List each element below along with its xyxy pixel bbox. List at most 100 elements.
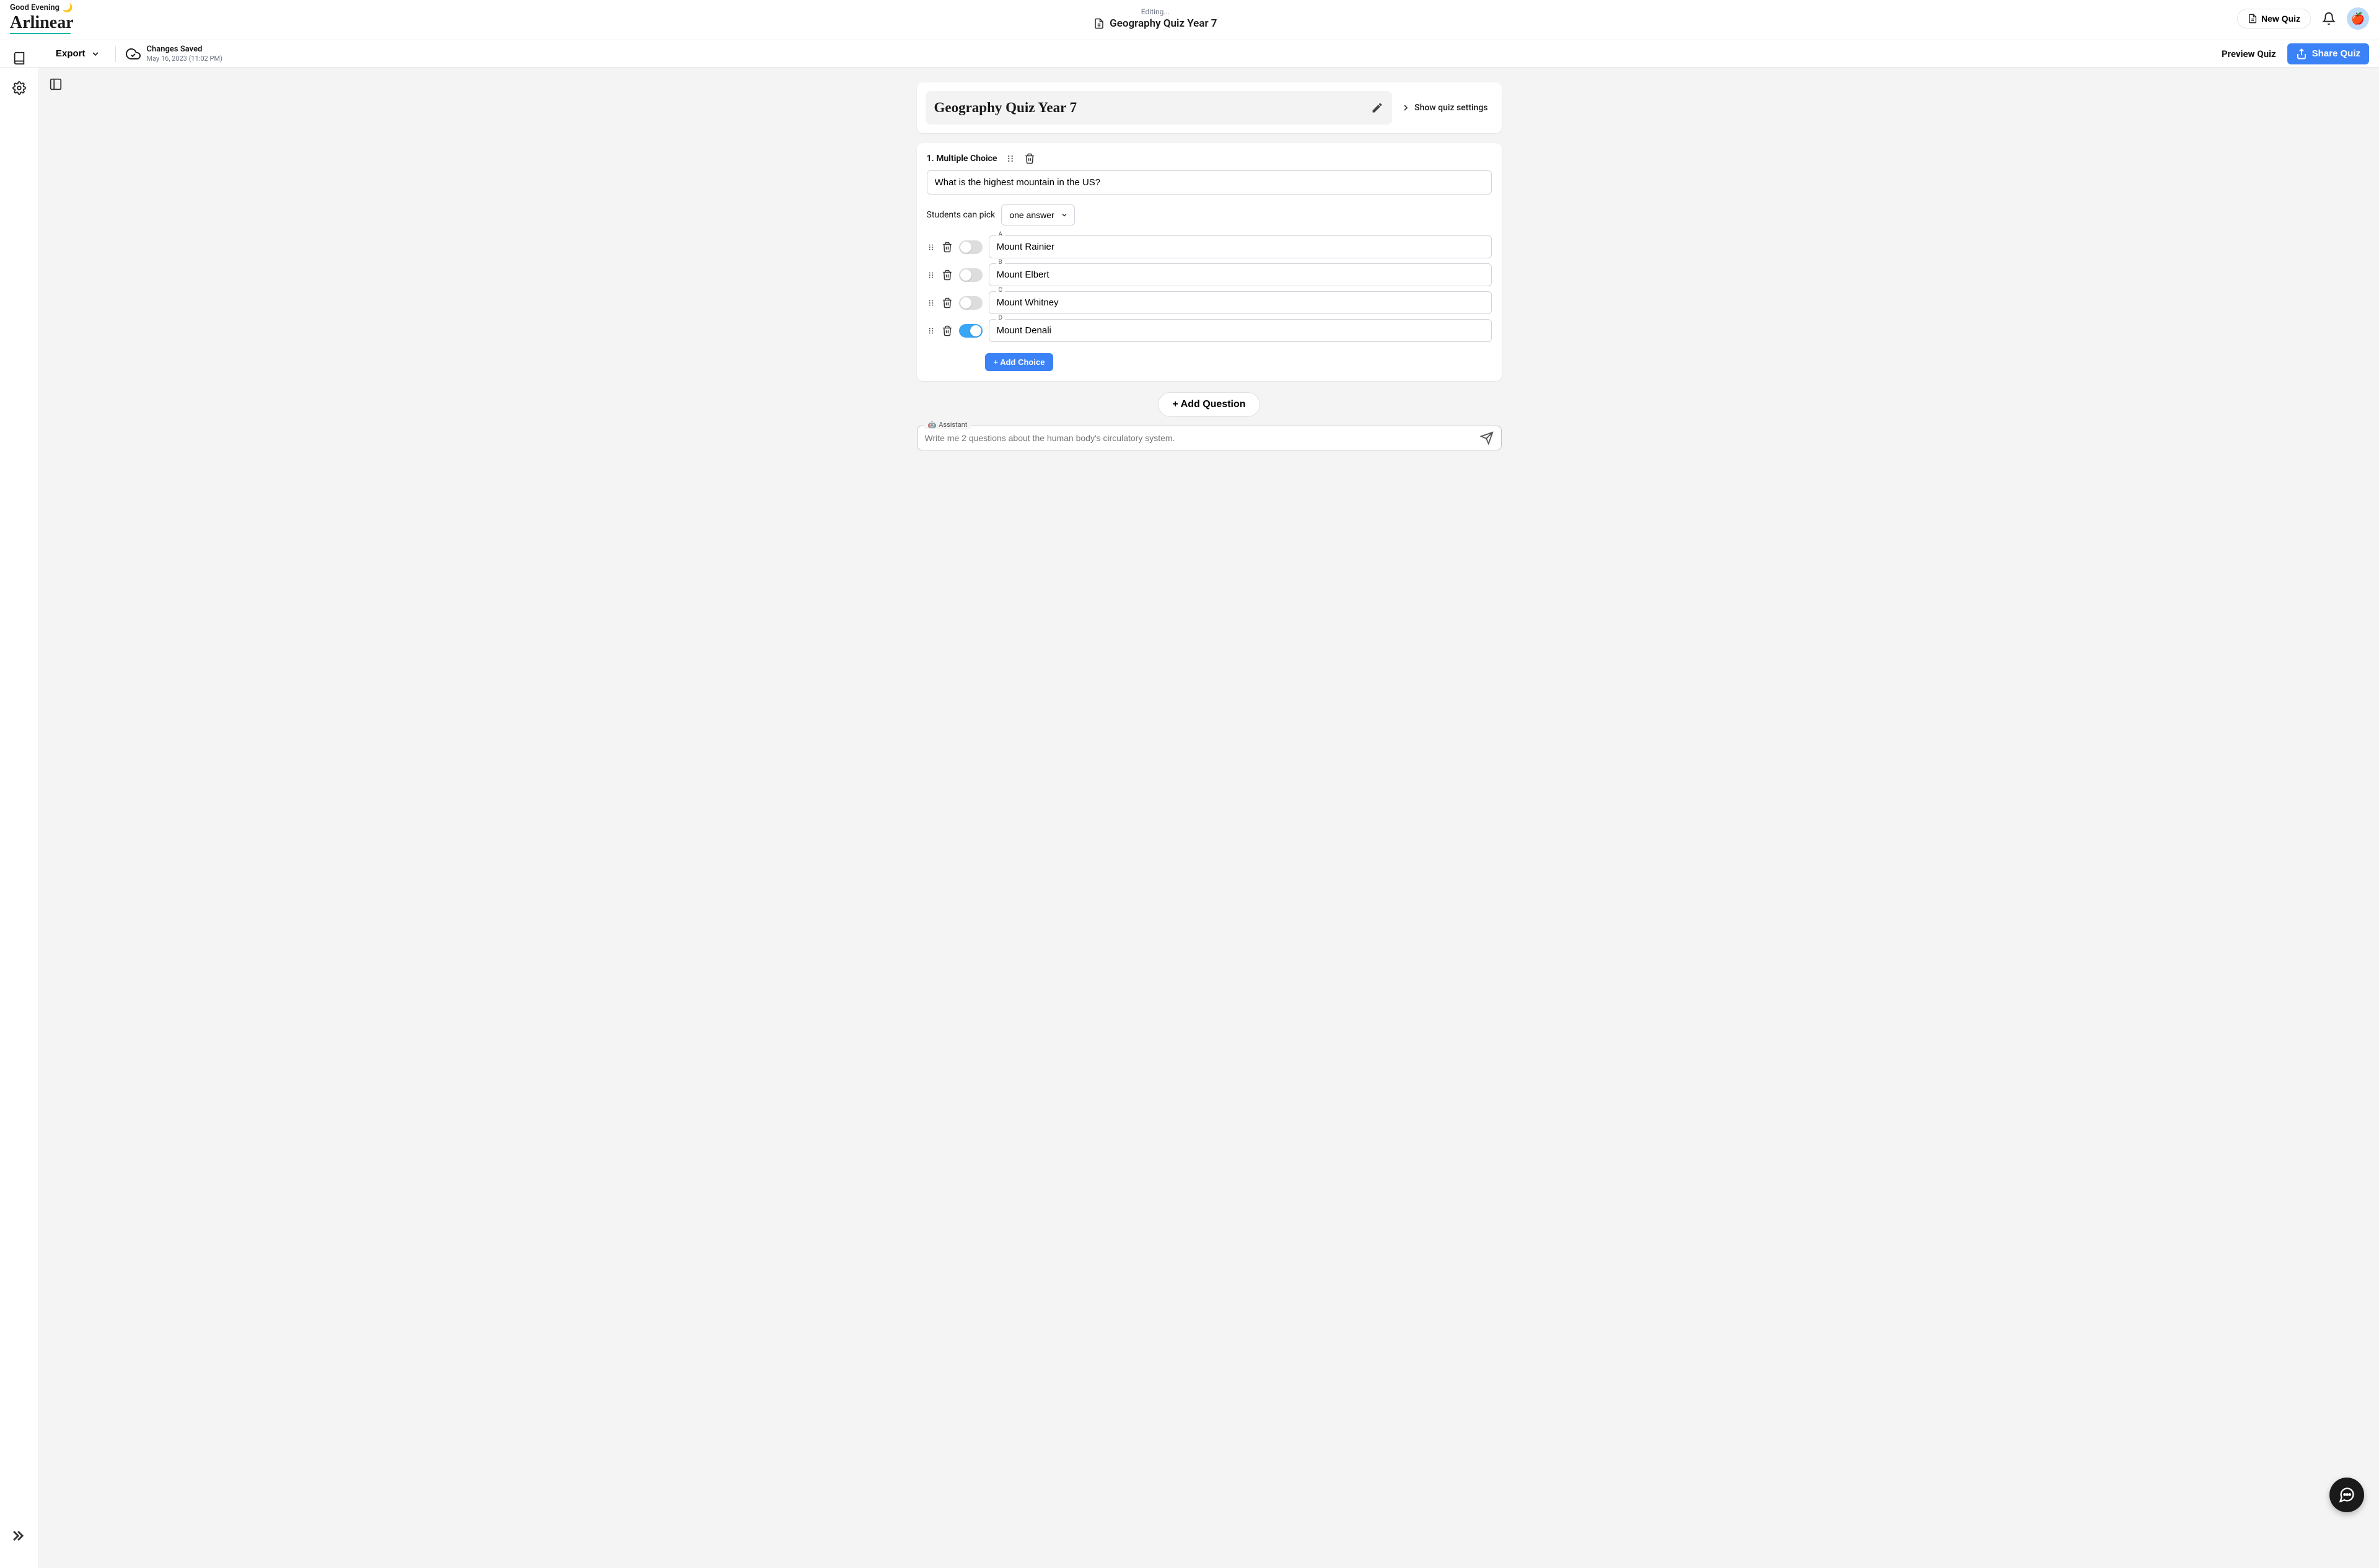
choice-row: D [927, 319, 1492, 342]
document-title: Geography Quiz Year 7 [1110, 17, 1217, 30]
editing-label: Editing... [1141, 7, 1170, 16]
drag-handle-icon[interactable] [927, 271, 935, 279]
document-plus-icon [2248, 14, 2258, 24]
bell-icon [2322, 12, 2336, 25]
quiz-title: Geography Quiz Year 7 [934, 100, 1077, 116]
robot-icon: 🤖 [928, 421, 937, 429]
quiz-title-card: Geography Quiz Year 7 Show quiz settings [917, 82, 1502, 133]
question-header: 1. Multiple Choice [927, 153, 1492, 164]
toolbar-left: Export Changes Saved May 16, 2023 (11:02… [38, 45, 222, 63]
assistant-label-text: Assistant [939, 421, 967, 429]
choice-input-wrap: B [989, 263, 1492, 286]
header-center: Editing... Geography Quiz Year 7 [1093, 7, 1217, 30]
drag-handle-icon[interactable] [927, 243, 935, 252]
left-rail [0, 40, 38, 1568]
save-time-label: May 16, 2023 (11:02 PM) [147, 55, 222, 63]
quiz-title-panel: Geography Quiz Year 7 [926, 91, 1393, 125]
delete-choice-button[interactable] [942, 269, 953, 281]
header-right: New Quiz 🍎 [2237, 7, 2369, 30]
notifications-button[interactable] [2320, 9, 2338, 28]
panel-left-icon [49, 77, 63, 91]
choice-input-wrap: C [989, 291, 1492, 314]
drag-handle-icon[interactable] [927, 299, 935, 307]
choice-row: B [927, 263, 1492, 286]
drag-handle-icon[interactable] [1005, 154, 1015, 164]
chevron-down-icon [90, 49, 100, 59]
toolbar-right: Preview Quiz Share Quiz [2222, 43, 2369, 64]
show-quiz-settings-button[interactable]: Show quiz settings [1401, 103, 1492, 113]
header-left: Good Evening 🌙 Arlinear [10, 3, 74, 34]
add-question-button[interactable]: + Add Question [1158, 392, 1260, 417]
choice-text-input[interactable] [989, 319, 1492, 342]
correct-answer-toggle[interactable] [959, 324, 983, 338]
show-settings-label: Show quiz settings [1414, 103, 1487, 113]
chevron-double-right-icon [9, 1527, 26, 1544]
brand-logo[interactable]: Arlinear [10, 12, 74, 33]
add-choice-button[interactable]: + Add Choice [985, 353, 1054, 371]
choice-letter: B [996, 259, 1005, 266]
correct-answer-toggle[interactable] [959, 240, 983, 254]
delete-choice-button[interactable] [942, 297, 953, 309]
assistant-send-button[interactable] [1480, 431, 1494, 445]
share-icon [2296, 48, 2307, 59]
workspace: Geography Quiz Year 7 Show quiz settings… [38, 68, 2379, 1568]
save-status-wrap: Changes Saved May 16, 2023 (11:02 PM) [126, 45, 222, 63]
add-question-wrap: + Add Question [917, 392, 1502, 417]
cloud-check-icon [126, 46, 141, 61]
choice-letter: D [996, 315, 1005, 322]
save-text: Changes Saved May 16, 2023 (11:02 PM) [147, 45, 222, 63]
delete-choice-button[interactable] [942, 242, 953, 253]
correct-answer-toggle[interactable] [959, 296, 983, 310]
question-card: 1. Multiple Choice Students can pick one… [917, 143, 1502, 381]
assistant-label: 🤖 Assistant [924, 421, 971, 429]
choice-row: A [927, 235, 1492, 258]
chevron-right-icon [1401, 103, 1411, 113]
delete-choice-button[interactable] [942, 325, 953, 336]
pick-answer-select[interactable]: one answer [1001, 204, 1075, 226]
save-status-label: Changes Saved [147, 45, 222, 55]
new-quiz-label: New Quiz [2261, 14, 2300, 24]
expand-rail-button[interactable] [9, 1527, 37, 1556]
edit-title-button[interactable] [1371, 102, 1383, 114]
content: Geography Quiz Year 7 Show quiz settings… [917, 68, 1502, 488]
panel-toggle-button[interactable] [49, 77, 63, 91]
pencil-icon [1371, 102, 1383, 114]
trash-icon [1024, 153, 1035, 164]
preview-quiz-button[interactable]: Preview Quiz [2222, 48, 2276, 59]
pick-row: Students can pick one answer [927, 204, 1492, 226]
choice-letter: A [996, 231, 1005, 238]
apple-icon: 🍎 [2351, 12, 2365, 25]
doc-title-row: Geography Quiz Year 7 [1093, 17, 1217, 30]
question-text-input[interactable] [927, 170, 1492, 195]
gear-icon[interactable] [12, 81, 26, 95]
user-avatar[interactable]: 🍎 [2347, 7, 2369, 30]
drag-handle-icon[interactable] [927, 326, 935, 335]
export-label: Export [56, 48, 85, 59]
export-button[interactable]: Export [56, 48, 100, 59]
choice-text-input[interactable] [989, 291, 1492, 314]
assistant-input[interactable] [925, 433, 1474, 443]
choice-row: C [927, 291, 1492, 314]
share-quiz-button[interactable]: Share Quiz [2287, 43, 2369, 64]
pick-label: Students can pick [927, 210, 996, 220]
choices-container: A B C D [927, 235, 1492, 342]
document-icon [1093, 18, 1105, 29]
share-label: Share Quiz [2312, 48, 2360, 59]
choice-text-input[interactable] [989, 263, 1492, 286]
choice-text-input[interactable] [989, 235, 1492, 258]
chat-fab-button[interactable] [2329, 1478, 2364, 1512]
layout: Geography Quiz Year 7 Show quiz settings… [0, 68, 2379, 1568]
divider [115, 46, 116, 62]
app-header: Good Evening 🌙 Arlinear Editing... Geogr… [0, 0, 2379, 40]
correct-answer-toggle[interactable] [959, 268, 983, 282]
delete-question-button[interactable] [1024, 153, 1035, 164]
question-type-label: 1. Multiple Choice [927, 154, 997, 164]
assistant-input-row [917, 426, 1502, 450]
editor-toolbar: Export Changes Saved May 16, 2023 (11:02… [0, 40, 2379, 68]
choice-letter: C [996, 287, 1005, 294]
new-quiz-button[interactable]: New Quiz [2237, 9, 2311, 28]
brand-underline [10, 33, 71, 34]
choice-input-wrap: A [989, 235, 1492, 258]
choice-input-wrap: D [989, 319, 1492, 342]
assistant-panel: 🤖 Assistant [917, 426, 1502, 450]
